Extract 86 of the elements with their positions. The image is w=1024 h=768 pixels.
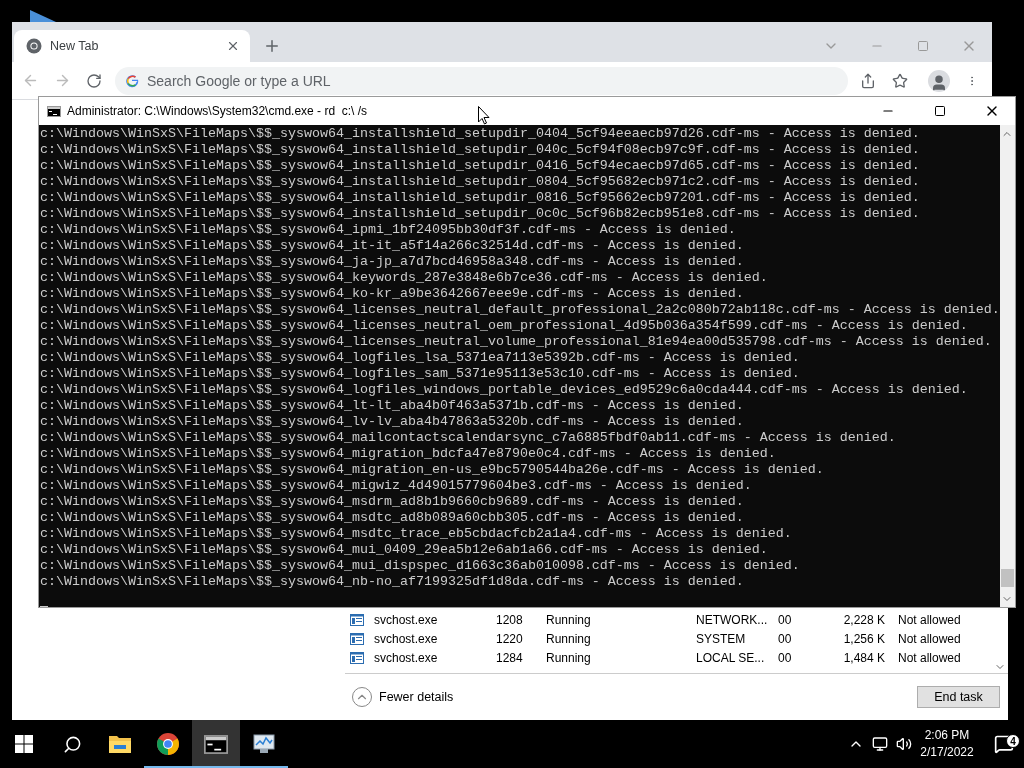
browser-tab[interactable]: New Tab — [14, 30, 250, 62]
console-line: c:\Windows\WinSxS\FileMaps\$$_syswow64_lv-lv_aba4b47863a5320b.cdf-ms - Access is denied. — [40, 414, 744, 430]
uac-cell-text: Not allowed — [897, 612, 962, 627]
pid-cell-text: 1284 — [495, 650, 524, 665]
process-icon — [350, 632, 364, 645]
uac-cell-text: Not allowed — [897, 650, 962, 665]
console-line: c:\Windows\WinSxS\FileMaps\$$_syswow64_msdtc_ad8b089a60cbb305.cdf-ms - Access is denied. — [40, 510, 744, 526]
console-line: c:\Windows\WinSxS\FileMaps\$$_syswow64_logfiles_sam_5371e95113e53c10.cdf-ms - Access is denied. — [40, 366, 800, 382]
share-icon[interactable] — [860, 72, 876, 89]
chrome-logo-icon — [26, 38, 42, 54]
console-line: c:\Windows\WinSxS\FileMaps\$$_syswow64_migration_en-us_e9bc5790544ba26e.cdf-ms - Access is denied. — [40, 462, 824, 478]
process-name: svchost.exe — [373, 612, 438, 627]
console-line: c:\Windows\WinSxS\FileMaps\$$_syswow64_installshield_setupdir_0804_5cf95682ecb971c2.cdf-ms - Access is denied. — [40, 174, 920, 190]
process-name: svchost.exe — [373, 650, 438, 665]
cpu-cell-text: 00 — [777, 650, 793, 665]
status-cell-text: Running — [545, 650, 592, 665]
uac-cell-text: Not allowed — [897, 631, 962, 646]
new-tab-icon[interactable] — [263, 37, 281, 55]
memory-cell-text: 1,484 K — [842, 650, 886, 665]
console-line: c:\Windows\WinSxS\FileMaps\$$_syswow64_installshield_setupdir_0c0c_5cf96b82ecb951e8.cdf-ms - Access is denied. — [40, 206, 920, 222]
console-line: c:\Windows\WinSxS\FileMaps\$$_syswow64_msdtc_trace_eb5cbdacfcb2a1a4.cdf-ms - Access is denied. — [40, 526, 792, 542]
status-cell-text: Running — [545, 631, 592, 646]
chrome-logo-icon — [157, 733, 179, 755]
cpu-cell-text: 00 — [777, 631, 793, 646]
console-line: c:\Windows\WinSxS\FileMaps\$$_syswow64_mui_0409_29ea5b12e6ab1a66.cdf-ms - Access is denied. — [40, 542, 768, 558]
console-line: c:\Windows\WinSxS\FileMaps\$$_syswow64_installshield_setupdir_0816_5cf95662ecb97201.cdf-ms - Access is denied. — [40, 190, 920, 206]
console-line: c:\Windows\WinSxS\FileMaps\$$_syswow64_licenses_neutral_volume_professional_81e94ea00d535798.cdf-ms - Access is denied. — [40, 334, 992, 350]
console-line: c:\Windows\WinSxS\FileMaps\$$_syswow64_ja-jp_a7d7bcd46958a348.cdf-ms - Access is denied. — [40, 254, 744, 270]
console-line: c:\Windows\WinSxS\FileMaps\$$_syswow64_keywords_287e3848e6b7ce36.cdf-ms - Access is denied. — [40, 270, 768, 286]
memory-cell-text: 2,228 K — [842, 612, 886, 627]
window-title: Administrator: C:\Windows\System32\cmd.exe - rd c:\ /s — [67, 104, 368, 118]
search-icon[interactable] — [62, 734, 82, 754]
text-cursor — [40, 606, 48, 607]
console-line: c:\Windows\WinSxS\FileMaps\$$_syswow64_it-it_a5f14a266c32514d.cdf-ms - Access is denied. — [40, 238, 744, 254]
console-line: c:\Windows\WinSxS\FileMaps\$$_syswow64_msdrm_ad8b1b9660cb9689.cdf-ms - Access is denied. — [40, 494, 744, 510]
clock-time: 2:06 PM — [924, 727, 970, 744]
console-line: c:\Windows\WinSxS\FileMaps\$$_syswow64_logfiles_lsa_5371ea7113e5392b.cdf-ms - Access is denied. — [40, 350, 800, 366]
console-line: c:\Windows\WinSxS\FileMaps\$$_syswow64_ko-kr_a9be3642667eee9e.cdf-ms - Access is denied. — [40, 286, 744, 302]
console-line: c:\Windows\WinSxS\FileMaps\$$_syswow64_logfiles_windows_portable_devices_ed9529c6a0cda444.cdf-ms - Access is denied. — [40, 382, 968, 398]
end-task-button[interactable]: End task — [917, 686, 1000, 708]
task-manager-icon — [252, 733, 276, 755]
volume-icon[interactable] — [896, 736, 912, 752]
scroll-thumb[interactable] — [1000, 569, 1014, 587]
console-line: c:\Windows\WinSxS\FileMaps\$$_syswow64_mui_dispspec_d1663c36ab010098.cdf-ms - Access is denied. — [40, 558, 800, 574]
address-placeholder: Search Google or type a URL — [147, 72, 331, 89]
console-line: c:\Windows\WinSxS\FileMaps\$$_syswow64_installshield_setupdir_040c_5cf94f08ecb97c9f.cdf-ms - Access is denied. — [40, 142, 920, 158]
address-bar[interactable]: Search Google or type a URL — [115, 66, 848, 95]
console-line: c:\Windows\WinSxS\FileMaps\$$_syswow64_migwiz_4d49015779604be3.cdf-ms - Access is denied. — [40, 478, 752, 494]
profile-icon[interactable] — [928, 69, 950, 92]
process-icon — [350, 613, 364, 626]
console-line: c:\Windows\WinSxS\FileMaps\$$_syswow64_licenses_neutral_default_professional_2a2c080b72ab118c.cdf-ms - Access is denied. — [40, 302, 1000, 318]
clock-date: 2/17/2022 — [920, 744, 974, 761]
bookmark-star-icon[interactable] — [892, 72, 908, 89]
console-line: c:\Windows\WinSxS\FileMaps\$$_syswow64_installshield_setupdir_0416_5cf94ecaecb97d65.cdf-ms - Access is denied. — [40, 158, 920, 174]
memory-cell-text: 1,256 K — [842, 631, 886, 646]
notification-count: 4 — [1006, 734, 1020, 748]
folder-icon — [108, 734, 132, 754]
console-icon — [204, 734, 228, 754]
console-icon — [47, 105, 61, 117]
process-name: svchost.exe — [373, 631, 438, 646]
console-line: c:\Windows\WinSxS\FileMaps\$$_syswow64_mailcontactscalendarsync_c7a6885fbdf0ab11.cdf-ms - Access is denied. — [40, 430, 896, 446]
user-cell-text: LOCAL SE... — [695, 650, 766, 665]
maximize-icon[interactable] — [934, 105, 946, 117]
notifications-icon[interactable] — [994, 734, 1014, 754]
console-line: c:\Windows\WinSxS\FileMaps\$$_syswow64_migration_bdcfa47e8790e0c4.cdf-ms - Access is denied. — [40, 446, 776, 462]
console-line: c:\Windows\WinSxS\FileMaps\$$_syswow64_licenses_neutral_oem_professional_4d95b036a354f599.cdf-ms - Access is denied. — [40, 318, 968, 334]
cpu-cell-text: 00 — [777, 612, 793, 627]
console-line: c:\Windows\WinSxS\FileMaps\$$_syswow64_nb-no_af7199325df1d8da.cdf-ms - Access is denied. — [40, 574, 744, 590]
console-line: c:\Windows\WinSxS\FileMaps\$$_syswow64_lt-lt_aba4b0f463a5371b.cdf-ms - Access is denied. — [40, 398, 744, 414]
taskbar-app[interactable] — [192, 720, 240, 768]
reload-icon[interactable] — [86, 72, 102, 89]
tab-title: New Tab — [50, 39, 100, 53]
console-line: c:\Windows\WinSxS\FileMaps\$$_syswow64_ipmi_1bf24095bb30df3f.cdf-ms - Access is denied. — [40, 222, 736, 238]
clock[interactable]: 2:06 PM 2/17/2022 — [916, 727, 978, 761]
pid-cell-text: 1220 — [495, 631, 524, 646]
user-cell-text: NETWORK... — [695, 612, 769, 627]
status-cell-text: Running — [545, 612, 592, 627]
pid-cell-text: 1208 — [495, 612, 524, 627]
google-logo-icon — [125, 73, 139, 88]
network-icon[interactable] — [872, 736, 888, 752]
user-cell-text: SYSTEM — [695, 631, 747, 646]
console-line: c:\Windows\WinSxS\FileMaps\$$_syswow64_installshield_setupdir_0404_5cf94eeaecb97d26.cdf-ms - Access is denied. — [40, 126, 920, 142]
start-icon[interactable] — [15, 735, 33, 753]
fewer-details-link[interactable]: Fewer details — [379, 690, 454, 704]
process-icon — [350, 651, 364, 664]
close-tab-icon[interactable] — [226, 39, 240, 53]
